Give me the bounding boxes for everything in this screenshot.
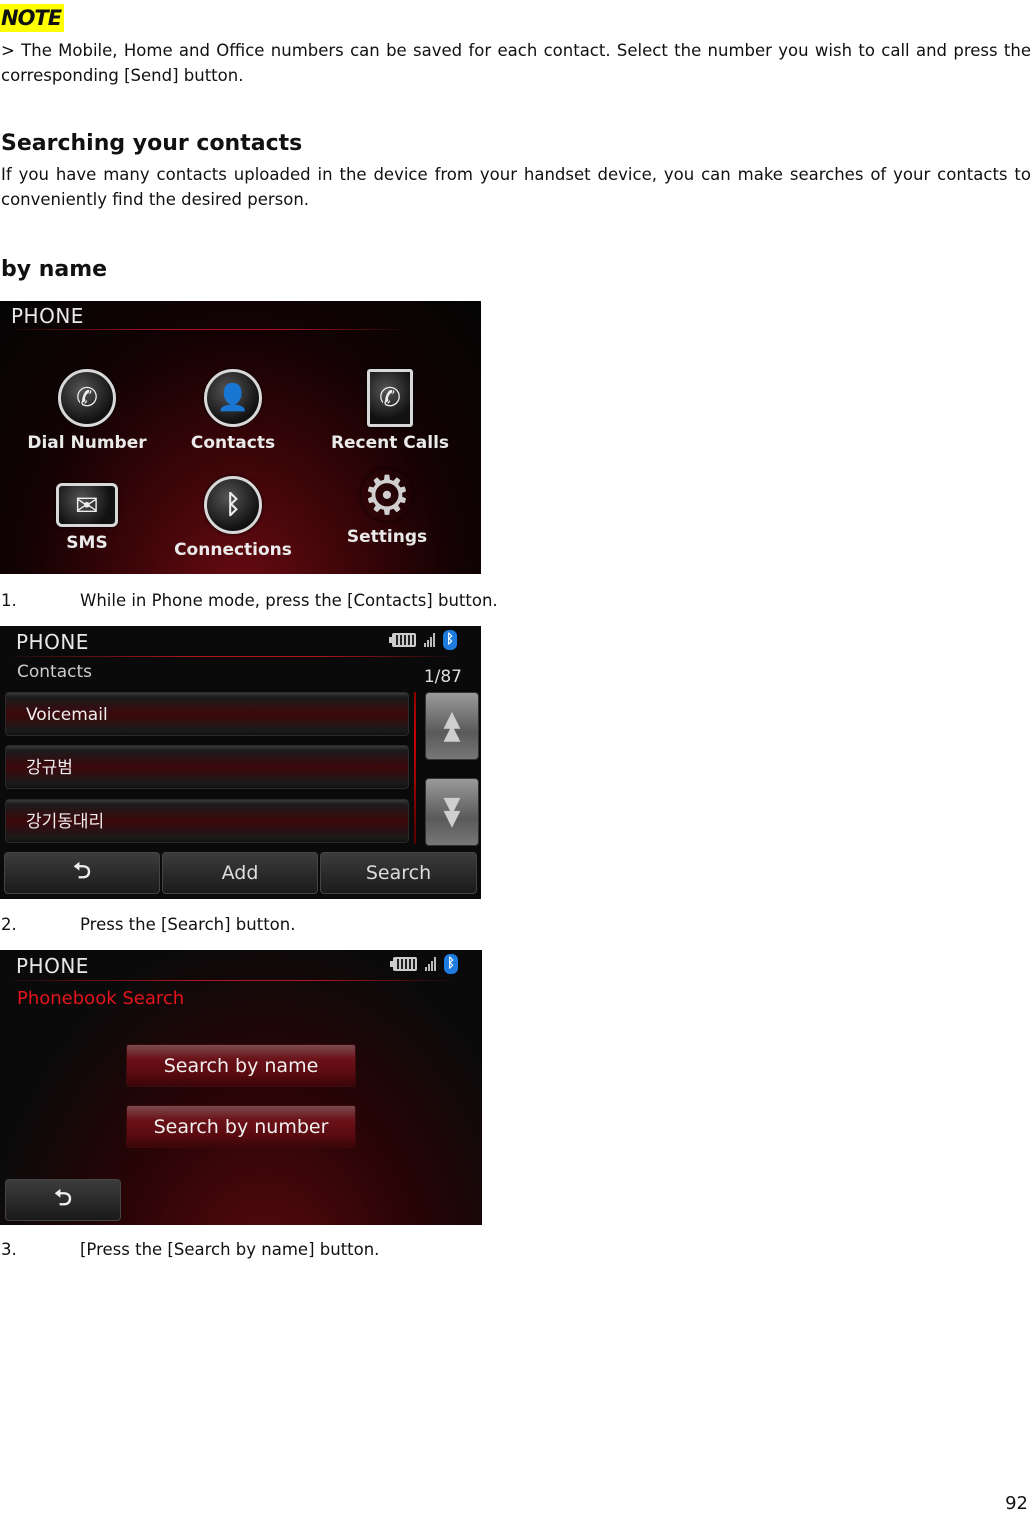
chevron-down-icon: ▼ ▼ [443, 792, 461, 831]
search-button[interactable]: Search [320, 852, 477, 894]
phonebook-search-screenshot: PHONE ᛒ Phonebook Search Search by name … [0, 950, 482, 1225]
title-divider [14, 329, 401, 330]
screen-title: PHONE [11, 304, 84, 328]
back-button[interactable]: ⮌ [5, 1179, 121, 1221]
chevron-up-icon: ▲ ▲ [443, 706, 461, 745]
contact-row[interactable]: 강규범 [5, 745, 409, 789]
bluetooth-icon: ᛒ [204, 476, 262, 534]
screen-title: PHONE [16, 630, 89, 654]
back-button[interactable]: ⮌ [4, 852, 160, 894]
title-divider [14, 656, 451, 657]
scroll-up-button[interactable]: ▲ ▲ [425, 692, 479, 760]
contact-row[interactable]: Voicemail [5, 692, 409, 736]
search-by-name-button[interactable]: Search by name [126, 1044, 356, 1087]
step-2: 2. Press the [Search] button. [1, 913, 295, 937]
menu-connections[interactable]: ᛒ Connections [158, 476, 308, 560]
screen-subtitle: Phonebook Search [17, 988, 185, 1009]
contacts-icon: 👤 [204, 369, 262, 427]
note-tag: NOTE [0, 4, 65, 32]
menu-label: Settings [346, 527, 428, 547]
menu-label: Dial Number [27, 433, 147, 453]
step-1: 1. While in Phone mode, press the [Contac… [1, 589, 498, 613]
subsection-title: by name [1, 257, 108, 282]
status-icons: ᛒ [389, 630, 457, 650]
menu-sms[interactable]: ✉ SMS [12, 483, 162, 553]
step-text: [Press the [Search by name] button. [80, 1240, 380, 1259]
screen-title: PHONE [16, 954, 89, 978]
envelope-icon: ✉ [56, 483, 118, 527]
title-divider [14, 980, 452, 981]
contacts-screenshot: PHONE ᛒ Contacts 1/87 Voicemail 강규범 강기동대… [0, 626, 481, 899]
signal-icon [424, 633, 435, 647]
back-arrow-icon: ⮌ [73, 859, 91, 884]
scrollbar[interactable] [414, 692, 416, 844]
status-icons: ᛒ [390, 954, 458, 974]
gear-icon: ⚙ [362, 463, 412, 527]
step-3: 3. [Press the [Search by name] button. [1, 1238, 379, 1262]
contact-row[interactable]: 강기동대리 [5, 799, 409, 843]
recent-calls-icon: ✆ [367, 369, 413, 427]
step-text: While in Phone mode, press the [Contacts… [80, 591, 498, 610]
add-button[interactable]: Add [162, 852, 318, 894]
bluetooth-icon: ᛒ [443, 630, 457, 650]
menu-label: Recent Calls [330, 433, 450, 453]
menu-label: SMS [66, 533, 108, 553]
signal-icon [425, 957, 436, 971]
menu-dial-number[interactable]: ✆ Dial Number [12, 369, 162, 453]
scroll-down-button[interactable]: ▼ ▼ [425, 778, 479, 846]
menu-label: Contacts [190, 433, 276, 453]
search-by-number-button[interactable]: Search by number [126, 1105, 356, 1148]
step-number: 3. [1, 1240, 17, 1259]
phone-icon: ✆ [58, 369, 116, 427]
section-text: If you have many contacts uploaded in th… [1, 165, 1031, 209]
page-number: 92 [1005, 1493, 1028, 1514]
note-text: > The Mobile, Home and Office numbers ca… [1, 41, 1031, 85]
back-arrow-icon: ⮌ [54, 1186, 72, 1211]
screen-subtitle: Contacts [17, 662, 92, 682]
step-number: 2. [1, 915, 17, 934]
step-number: 1. [1, 591, 17, 610]
step-text: Press the [Search] button. [80, 915, 296, 934]
menu-label: Connections [174, 540, 292, 560]
bluetooth-icon: ᛒ [444, 954, 458, 974]
battery-icon [390, 957, 417, 971]
menu-recent-calls[interactable]: ✆ Recent Calls [315, 369, 465, 453]
battery-icon [389, 633, 416, 647]
phone-menu-screenshot: PHONE ✆ Dial Number 👤 Contacts ✆ Recent … [0, 301, 481, 574]
menu-contacts[interactable]: 👤 Contacts [158, 369, 308, 453]
contact-counter: 1/87 [423, 667, 462, 687]
section-title: Searching your contacts [1, 131, 303, 156]
menu-settings[interactable]: ⚙ Settings [312, 463, 462, 548]
